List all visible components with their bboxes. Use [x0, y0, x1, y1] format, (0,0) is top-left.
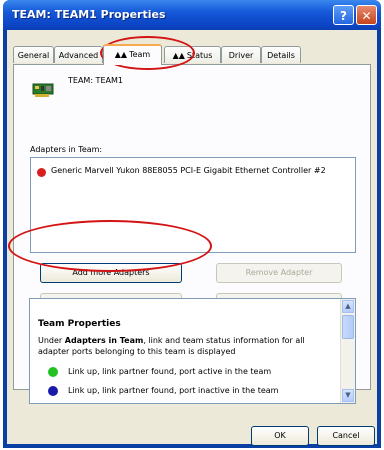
cancel-button[interactable]: Cancel: [317, 426, 375, 446]
tab-status[interactable]: ▲▲ Status: [164, 46, 221, 63]
tab-label: Driver: [228, 51, 254, 60]
team-icon: ▲▲: [172, 51, 185, 60]
adapter-name: Generic Marvell Yukon 88E8055 PCI-E Giga…: [51, 166, 326, 175]
blue-status-icon: [48, 386, 58, 396]
scroll-up-arrow-icon[interactable]: ▲: [342, 300, 354, 313]
team-name: TEAM: TEAM1: [68, 76, 123, 85]
tab-details[interactable]: Details: [261, 46, 301, 63]
title-bar[interactable]: TEAM: TEAM1 Properties ? ✕: [3, 0, 381, 30]
scroll-thumb[interactable]: [342, 315, 354, 339]
tab-label: Status: [186, 51, 213, 60]
team-properties-box: Team Properties Under Adapters in Team, …: [29, 298, 356, 404]
legend-item-inactive: Link up, link partner found, port inacti…: [48, 386, 279, 396]
help-button[interactable]: ?: [333, 5, 354, 25]
tab-driver[interactable]: Driver: [221, 46, 261, 63]
tab-strip: General Advanced ▲▲ Team ▲▲ Status Driver …: [13, 44, 373, 65]
legend-text: Link up, link partner found, port inacti…: [68, 386, 279, 395]
scroll-down-arrow-icon[interactable]: ▼: [342, 389, 354, 402]
tab-team[interactable]: ▲▲ Team: [103, 44, 162, 65]
description-bold-text: Adapters in Team: [64, 336, 144, 345]
tab-label: Advanced: [58, 51, 99, 60]
link-status-icon: [37, 168, 46, 177]
tab-label: Team: [129, 50, 151, 59]
tab-advanced[interactable]: Advanced: [54, 46, 103, 63]
tab-label: General: [17, 51, 50, 60]
window-title: TEAM: TEAM1 Properties: [12, 8, 166, 21]
network-adapter-icon: [32, 83, 54, 97]
close-button[interactable]: ✕: [356, 5, 377, 25]
legend-item-active: Link up, link partner found, port active…: [48, 367, 272, 377]
team-icon: ▲▲: [114, 50, 128, 59]
remove-adapter-button[interactable]: Remove Adapter: [216, 263, 342, 283]
description-text: Under: [38, 336, 65, 345]
adapters-in-team-label: Adapters in Team:: [30, 145, 103, 154]
add-more-adapters-button[interactable]: Add more Adapters: [40, 263, 182, 283]
team-properties-title: Team Properties: [38, 319, 121, 329]
green-status-icon: [48, 367, 58, 377]
adapters-list[interactable]: Generic Marvell Yukon 88E8055 PCI-E Giga…: [30, 157, 356, 253]
tab-label: Details: [267, 51, 295, 60]
tab-general[interactable]: General: [13, 46, 54, 63]
vertical-scrollbar[interactable]: ▲ ▼: [340, 299, 355, 403]
team-properties-description: Under Adapters in Team, link and team st…: [38, 335, 338, 357]
legend-text: Link up, link partner found, port active…: [68, 367, 272, 376]
ok-button[interactable]: OK: [251, 426, 309, 446]
